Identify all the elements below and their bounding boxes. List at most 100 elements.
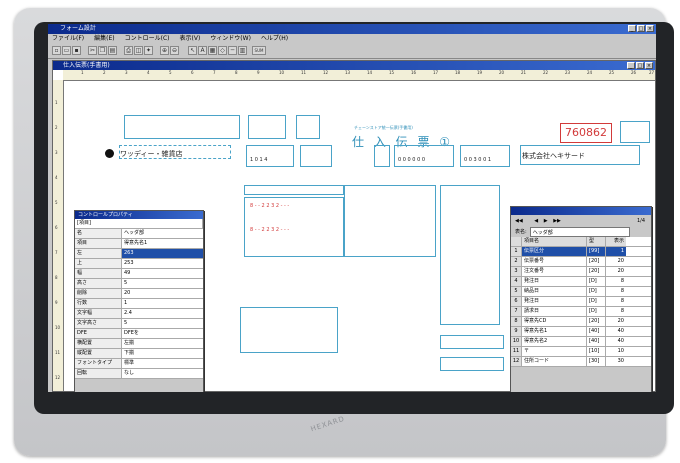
ruler-mark: 20 (499, 70, 505, 75)
ruler-mark: 5 (55, 200, 58, 205)
zoom-out-icon[interactable]: ⊖ (170, 46, 179, 55)
ruler-mark: 26 (631, 70, 637, 75)
ruler-mark: 4 (147, 70, 150, 75)
menu-control[interactable]: コントロール(C) (125, 34, 170, 44)
save-icon[interactable]: ▪ (72, 46, 81, 55)
property-row[interactable]: 高さ 5 (75, 279, 203, 289)
quantity-table[interactable] (344, 185, 436, 257)
list-item[interactable]: 4 発注日 [D] 8 (511, 277, 651, 287)
property-row[interactable]: 横配置 左揃 (75, 339, 203, 349)
sum-icon[interactable]: SUM (252, 46, 266, 55)
menu-file[interactable]: ファイル(F) (52, 34, 84, 44)
total-box[interactable] (440, 335, 504, 349)
paste-icon[interactable]: ▤ (108, 46, 117, 55)
grid-icon[interactable]: ▥ (238, 46, 247, 55)
property-row[interactable]: 文字高さ 5 (75, 319, 203, 329)
code-box[interactable] (300, 145, 332, 167)
menu-window[interactable]: ウィンドウ(W) (210, 34, 251, 44)
code-box[interactable] (374, 145, 390, 167)
shape-icon[interactable]: ◇ (218, 46, 227, 55)
pointer-icon[interactable]: ↖ (188, 46, 197, 55)
remarks-box[interactable] (240, 307, 338, 353)
first-record-icon[interactable]: ◀◀ (515, 218, 523, 224)
maximize-button[interactable]: □ (637, 25, 645, 32)
property-row[interactable]: 上 253 (75, 259, 203, 269)
list-item[interactable]: 11 〒 [10] 10 (511, 347, 651, 357)
property-row[interactable]: フォントタイプ 標準 (75, 359, 203, 369)
form-box[interactable] (248, 115, 286, 139)
property-row[interactable]: 項目 得意先名1 (75, 239, 203, 249)
doc-maximize-button[interactable]: □ (636, 62, 644, 69)
code-box-c[interactable] (460, 145, 510, 167)
menu-edit[interactable]: 編集(E) (94, 34, 114, 44)
item-table[interactable] (244, 197, 344, 257)
company-box[interactable] (520, 145, 640, 165)
property-row[interactable]: 縦配置 下揃 (75, 349, 203, 359)
table-select[interactable]: ヘッダ部 (529, 227, 630, 237)
record-counter: 1/4 (636, 218, 645, 224)
price-column[interactable] (440, 185, 500, 325)
property-row[interactable]: 幅 49 (75, 269, 203, 279)
property-row[interactable]: 文字幅 2.4 (75, 309, 203, 319)
ruler-mark: 22 (543, 70, 549, 75)
ruler-mark: 24 (587, 70, 593, 75)
item-list-panel[interactable]: ◀◀ ◀ ▶ ▶▶ 1/4 表名: ヘッダ部 項目名 型 表示 1 伝票区分 [99… (510, 206, 652, 392)
settings-icon[interactable]: ✦ (144, 46, 153, 55)
property-row[interactable]: 回転 なし (75, 369, 203, 379)
prev-record-icon[interactable]: ◀ (534, 218, 538, 224)
list-item[interactable]: 12 住所コード [30] 30 (511, 357, 651, 367)
list-item[interactable]: 10 得意先名2 [40] 40 (511, 337, 651, 347)
close-button[interactable]: × (646, 25, 654, 32)
ruler-mark: 12 (323, 70, 329, 75)
ruler-mark: 3 (125, 70, 128, 75)
property-row[interactable]: 行数 1 (75, 299, 203, 309)
slip-number[interactable]: 760862 (560, 123, 612, 143)
table-header[interactable] (244, 185, 344, 195)
minimize-button[interactable]: _ (628, 25, 636, 32)
open-icon[interactable]: ▭ (62, 46, 71, 55)
form-box[interactable] (124, 115, 240, 139)
ruler-mark: 5 (169, 70, 172, 75)
list-header: 項目名 型 表示 (511, 237, 651, 247)
list-item[interactable]: 7 請求日 [D] 8 (511, 307, 651, 317)
menu-view[interactable]: 表示(V) (180, 34, 201, 44)
list-item[interactable]: 5 納品日 [D] 8 (511, 287, 651, 297)
code-box-a[interactable] (246, 145, 294, 167)
ruler-mark: 9 (55, 300, 58, 305)
list-item[interactable]: 2 伝票番号 [20] 20 (511, 257, 651, 267)
ruler-mark: 2 (103, 70, 106, 75)
print-icon[interactable]: ⎙ (124, 46, 133, 55)
list-item[interactable]: 8 得意先CD [20] 20 (511, 317, 651, 327)
list-item-selected[interactable]: 1 伝票区分 [99] 1 (511, 247, 651, 257)
next-record-icon[interactable]: ▶ (544, 218, 548, 224)
zoom-in-icon[interactable]: ⊕ (160, 46, 169, 55)
property-row[interactable]: DFE DFEを (75, 329, 203, 339)
line-icon[interactable]: ─ (228, 46, 237, 55)
cut-icon[interactable]: ✂ (88, 46, 97, 55)
code-box-b[interactable] (394, 145, 454, 167)
text-icon[interactable]: A (198, 46, 207, 55)
last-record-icon[interactable]: ▶▶ (553, 218, 561, 224)
field-icon[interactable]: ▦ (208, 46, 217, 55)
form-box[interactable] (296, 115, 320, 139)
ruler-mark: 8 (55, 275, 58, 280)
list-item[interactable]: 9 得意先名1 [40] 40 (511, 327, 651, 337)
form-box[interactable] (620, 121, 650, 143)
selected-field-outline[interactable] (119, 145, 231, 159)
properties-panel[interactable]: コントロールプロパティ [項目] 名ヘッダ部 項目 得意先名1 左 263 上 253… (74, 210, 204, 392)
new-icon[interactable]: ▫ (52, 46, 61, 55)
doc-minimize-button[interactable]: _ (627, 62, 635, 69)
ruler-mark: 7 (213, 70, 216, 75)
ruler-mark: 4 (55, 175, 58, 180)
property-row[interactable]: 名ヘッダ部 (75, 229, 203, 239)
copy-icon[interactable]: ❐ (98, 46, 107, 55)
preview-icon[interactable]: ◫ (134, 46, 143, 55)
menubar: ファイル(F) 編集(E) コントロール(C) 表示(V) ウィンドウ(W) ヘ… (48, 34, 656, 44)
menu-help[interactable]: ヘルプ(H) (261, 34, 288, 44)
total-box[interactable] (440, 357, 504, 371)
property-row-selected[interactable]: 左 263 (75, 249, 203, 259)
list-item[interactable]: 6 発注日 [D] 8 (511, 297, 651, 307)
doc-close-button[interactable]: × (645, 62, 653, 69)
property-row[interactable]: 削除 20 (75, 289, 203, 299)
list-item[interactable]: 3 注文番号 [20] 20 (511, 267, 651, 277)
